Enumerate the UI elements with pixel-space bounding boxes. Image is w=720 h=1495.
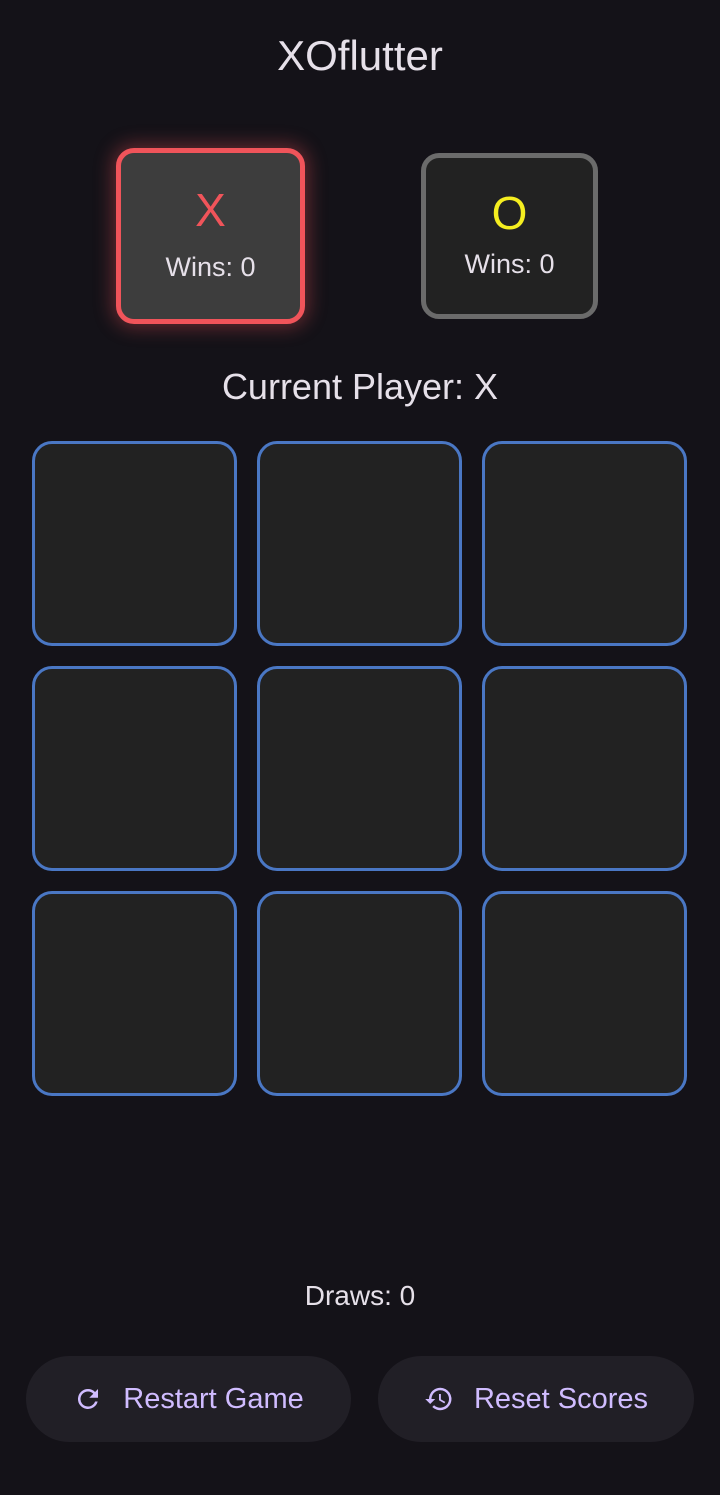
player-x-symbol: X (195, 184, 226, 236)
current-player-status: Current Player: X (221, 366, 499, 407)
board-cell-1[interactable] (32, 441, 237, 646)
board-cell-4[interactable] (32, 666, 237, 871)
restart-game-label: Restart Game (123, 1382, 304, 1415)
player-o-score-card: O Wins: 0 (421, 153, 598, 319)
reset-scores-label: Reset Scores (473, 1382, 649, 1415)
board-cell-6[interactable] (482, 666, 687, 871)
app-title: XOflutter (277, 32, 443, 79)
board-cell-5[interactable] (257, 666, 462, 871)
history-icon (424, 1384, 454, 1414)
player-x-wins: Wins: 0 (165, 252, 256, 282)
board-cell-9[interactable] (482, 891, 687, 1096)
board-cell-2[interactable] (257, 441, 462, 646)
draws-counter: Draws: 0 (304, 1280, 416, 1311)
board-cell-7[interactable] (32, 891, 237, 1096)
refresh-icon (73, 1384, 103, 1414)
board-cell-3[interactable] (482, 441, 687, 646)
player-x-score-card: X Wins: 0 (116, 148, 305, 324)
reset-scores-button[interactable]: Reset Scores (378, 1356, 694, 1442)
player-o-symbol: O (491, 187, 528, 239)
game-board (32, 441, 688, 1096)
restart-game-button[interactable]: Restart Game (26, 1356, 351, 1442)
board-cell-8[interactable] (257, 891, 462, 1096)
player-o-wins: Wins: 0 (464, 249, 555, 279)
